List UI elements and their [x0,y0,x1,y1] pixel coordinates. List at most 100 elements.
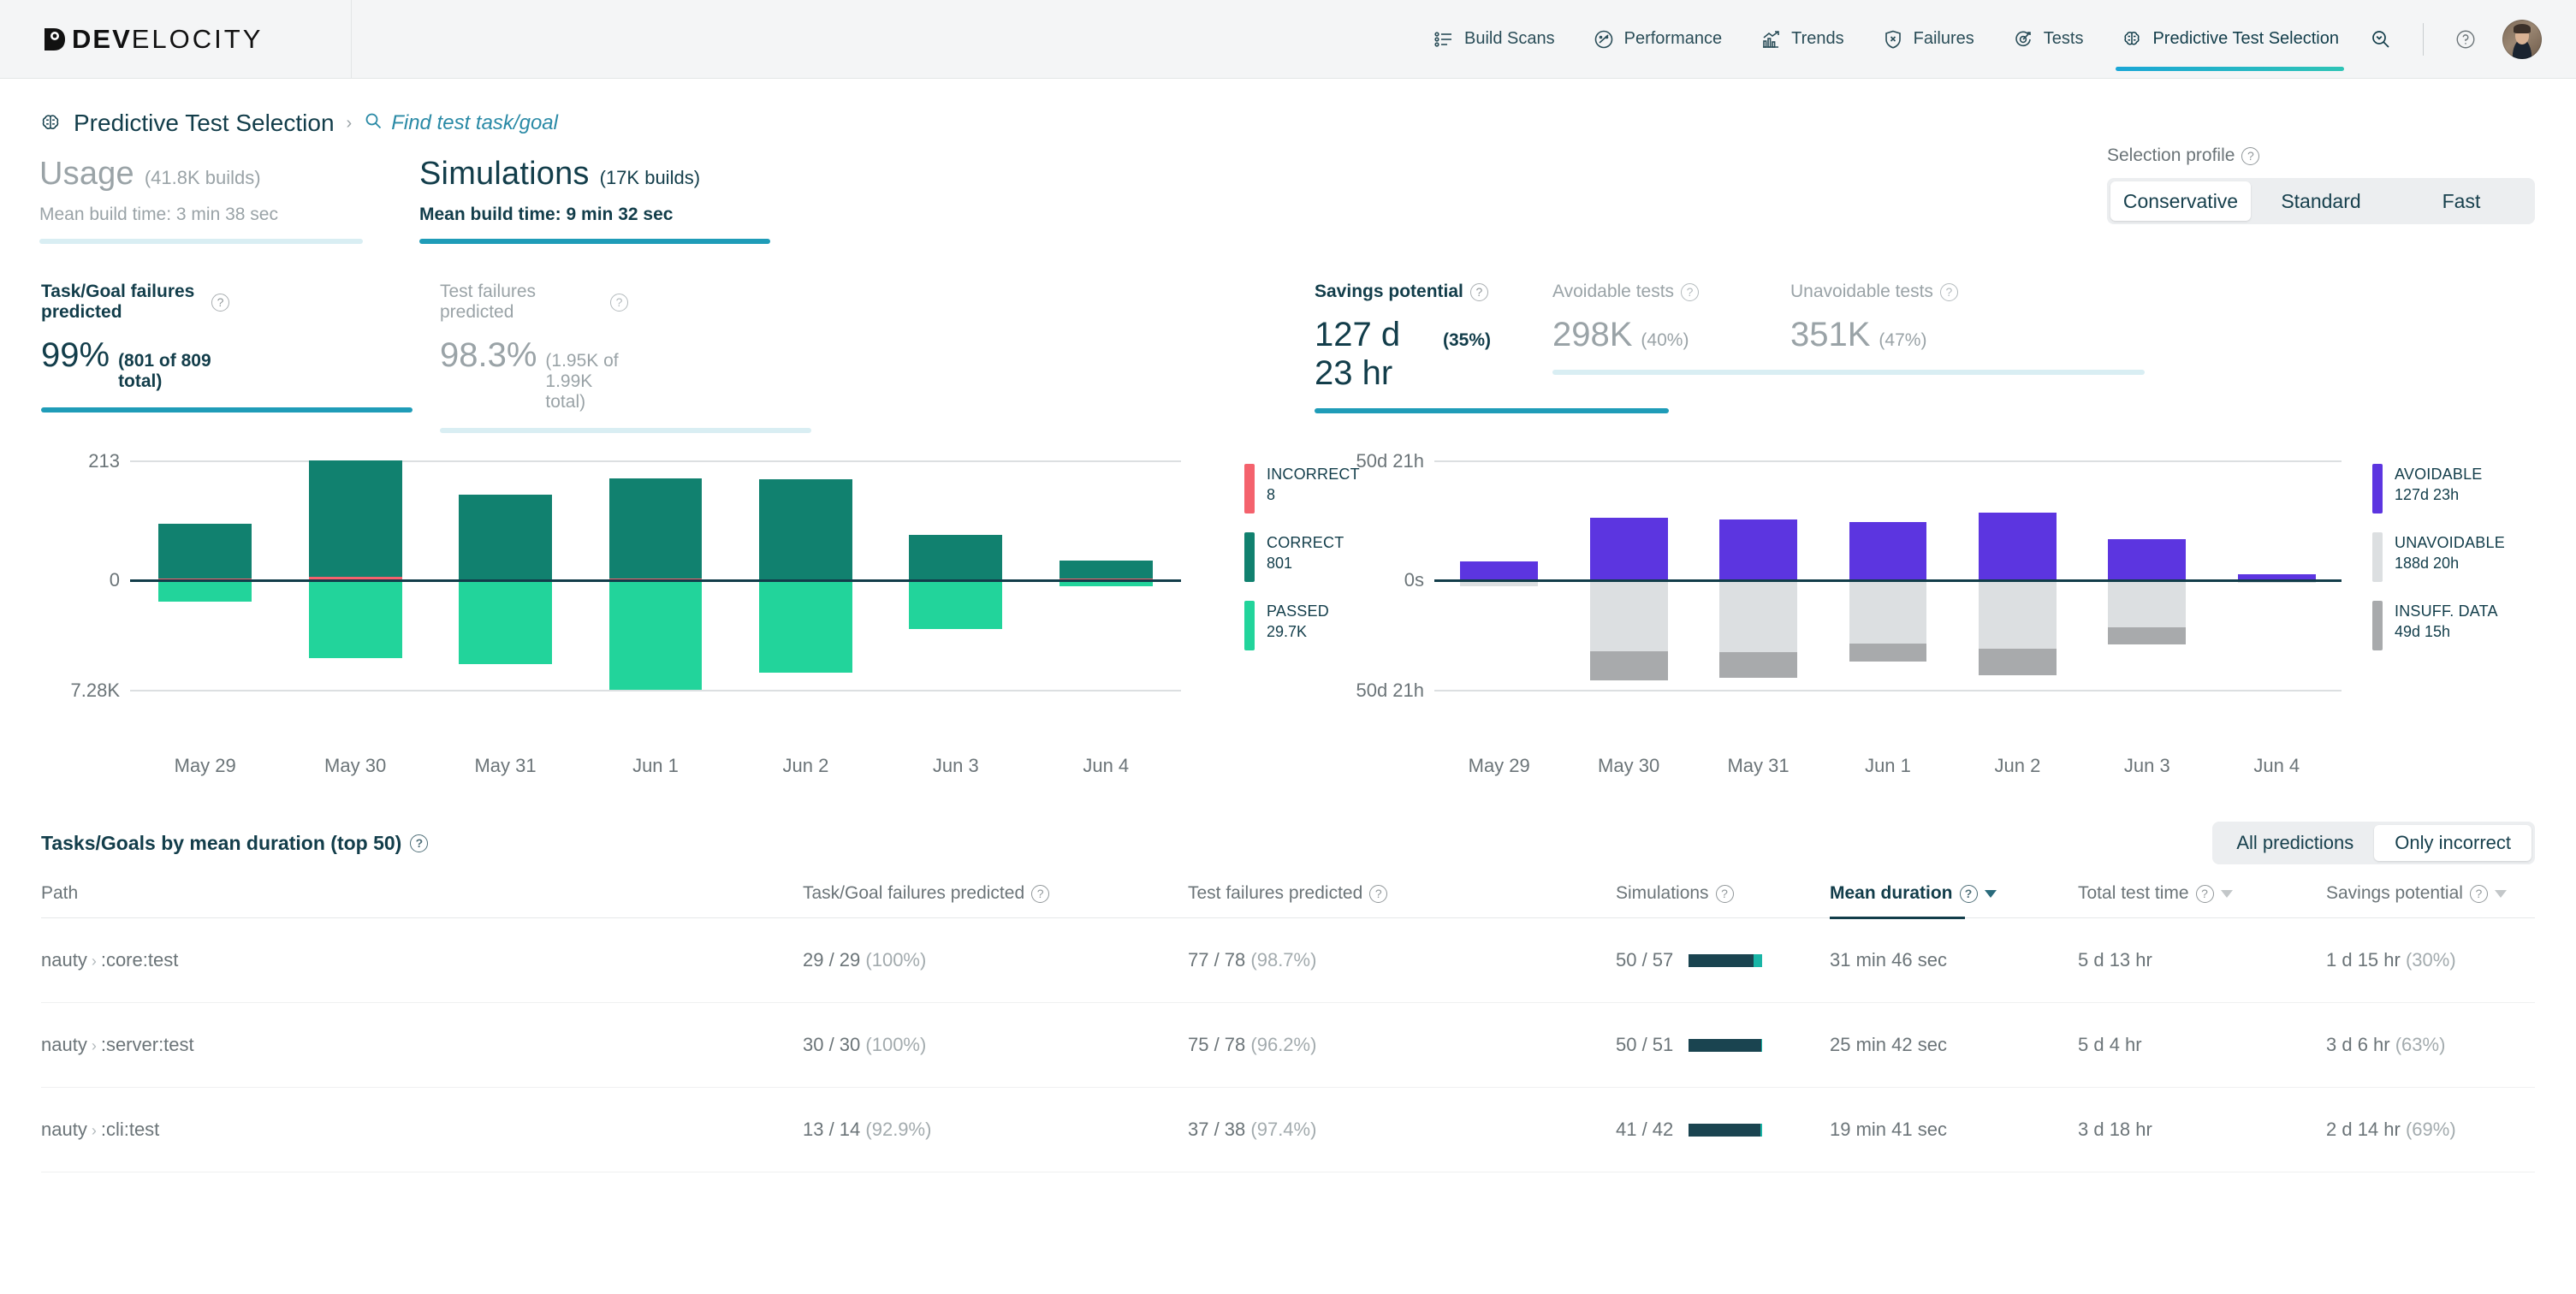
kpi-savings-potential[interactable]: Savings potential ? 127 d 23 hr (35%) [1315,282,1669,433]
legend-item[interactable]: INSUFF. DATA 49d 15h [2372,601,2505,650]
help-circle-icon[interactable]: ? [1939,282,1958,301]
kpi-group-predictions: Task/Goal failures predicted ? 99% (801 … [41,282,1304,433]
global-search-button[interactable] [2358,28,2404,50]
column-header-simulations[interactable]: Simulations ? [1616,883,1830,918]
column-header-total-test-time[interactable]: Total test time ? [2078,883,2326,918]
help-button[interactable] [2442,28,2489,50]
kpi-test-failures-predicted[interactable]: Test failures predicted ? 98.3% (1.95K o… [440,282,811,433]
column-header-test-failures[interactable]: Test failures predicted ? [1188,883,1616,918]
brand-logo[interactable]: DEV ELOCITY [0,24,351,55]
table-row[interactable]: nauty ›:cli:test 13 / 14 (92.9%) 37 / 38 (9… [41,1087,2535,1172]
bar-segment[interactable] [1719,519,1797,579]
bar-segment[interactable] [1849,643,1927,662]
help-circle-icon[interactable]: ? [410,834,429,852]
sort-descending-icon[interactable] [2494,889,2507,898]
tab-simulations[interactable]: Simulations (17K builds) Mean build time… [419,156,779,244]
filter-option-all-predictions[interactable]: All predictions [2216,825,2374,861]
bar-segment[interactable] [909,579,1003,629]
bar-segment[interactable] [608,478,703,579]
filter-option-only-incorrect[interactable]: Only incorrect [2374,825,2531,861]
bar-segment[interactable] [459,495,552,579]
help-circle-icon[interactable]: ? [1031,884,1050,903]
bar-group[interactable] [158,459,252,741]
bar-segment[interactable] [1979,649,2057,675]
help-circle-icon[interactable]: ? [1369,884,1388,903]
cell-path[interactable]: nauty ›:core:test [41,917,803,1003]
sort-descending-icon[interactable] [1984,889,1997,898]
help-circle-icon[interactable]: ? [1715,884,1734,903]
tab-usage[interactable]: Usage (41.8K builds) Mean build time: 3 … [39,156,382,244]
bar-segment[interactable] [158,523,252,579]
bar-segment[interactable] [1849,579,1927,644]
legend-item[interactable]: UNAVOIDABLE 188d 20h [2372,532,2505,582]
sort-descending-icon[interactable] [2220,889,2233,898]
bar-segment[interactable] [909,534,1003,579]
bar-segment[interactable] [1849,522,1927,579]
bar-segment[interactable] [1719,579,1797,652]
bar-segment[interactable] [759,579,852,673]
help-circle-icon[interactable]: ? [610,293,628,312]
bar-group[interactable] [1460,459,1539,741]
bar-group[interactable] [2237,459,2316,741]
column-header-savings-potential[interactable]: Savings potential ? [2326,883,2535,918]
bar-group[interactable] [1719,459,1797,741]
help-circle-icon[interactable]: ? [2469,884,2488,903]
bar-group[interactable] [1059,459,1153,741]
table-row[interactable]: nauty ›:core:test 29 / 29 (100%) 77 / 78 (9… [41,917,2535,1003]
selection-profile-option-fast[interactable]: Fast [2391,181,2531,221]
bar-segment[interactable] [1589,579,1668,651]
column-header-taskgoal-failures[interactable]: Task/Goal failures predicted ? [803,883,1188,918]
bar-segment[interactable] [1719,651,1797,679]
bar-group[interactable] [1589,459,1668,741]
bar-group[interactable] [909,459,1003,741]
kpi-unavoidable-tests[interactable]: Unavoidable tests ? 351K (47%) [1790,282,2145,433]
help-circle-icon[interactable]: ? [2195,884,2214,903]
bar-segment[interactable] [1979,513,2057,579]
kpi-avoidable-tests[interactable]: Avoidable tests ? 298K (40%) [1552,282,1907,433]
bar-segment[interactable] [1460,561,1539,579]
cell-path[interactable]: nauty ›:cli:test [41,1087,803,1172]
nav-item-failures[interactable]: Failures [1863,0,1993,78]
bar-segment[interactable] [1059,560,1153,579]
help-circle-icon[interactable]: ? [211,293,229,312]
bar-segment[interactable] [2108,539,2187,579]
bar-segment[interactable] [158,579,252,602]
column-header-mean-duration[interactable]: Mean duration ? [1830,883,2078,919]
nav-item-trends[interactable]: Trends [1741,0,1863,78]
nav-item-performance[interactable]: Performance [1574,0,1742,78]
bar-segment[interactable] [2108,579,2187,627]
nav-item-tests[interactable]: Tests [1993,0,2103,78]
legend-item[interactable]: AVOIDABLE 127d 23h [2372,464,2505,513]
bar-segment[interactable] [2108,626,2187,645]
bar-segment[interactable] [1589,517,1668,579]
bar-segment[interactable] [608,579,703,690]
bar-segment[interactable] [308,460,402,578]
column-header-path[interactable]: Path [41,883,803,918]
help-circle-icon[interactable]: ? [2241,146,2260,165]
bar-group[interactable] [2108,459,2187,741]
nav-item-predictive-test-selection[interactable]: Predictive Test Selection [2102,0,2358,78]
bar-group[interactable] [308,459,402,741]
cell-taskgoal-failures-percent: (100%) [860,1034,927,1055]
bar-group[interactable] [759,459,852,741]
bar-segment[interactable] [1979,579,2057,650]
bar-segment[interactable] [308,579,402,659]
bar-group[interactable] [608,459,703,741]
bar-segment[interactable] [759,478,852,579]
selection-profile-option-conservative[interactable]: Conservative [2110,181,2251,221]
bar-group[interactable] [459,459,552,741]
bar-group[interactable] [1849,459,1927,741]
cell-path[interactable]: nauty ›:server:test [41,1002,803,1088]
nav-item-build-scans[interactable]: Build Scans [1414,0,1574,78]
kpi-taskgoal-failures-predicted[interactable]: Task/Goal failures predicted ? 99% (801 … [41,282,413,433]
user-avatar[interactable] [2502,19,2542,59]
help-circle-icon[interactable]: ? [1681,282,1700,301]
table-row[interactable]: nauty ›:server:test 30 / 30 (100%) 75 / 78 … [41,1002,2535,1088]
selection-profile-option-standard[interactable]: Standard [2251,181,2391,221]
bar-segment[interactable] [459,579,552,665]
bar-segment[interactable] [1589,650,1668,680]
help-circle-icon[interactable]: ? [1469,282,1488,301]
find-test-task-goal-link[interactable]: Find test task/goal [364,111,558,136]
bar-group[interactable] [1979,459,2057,741]
help-circle-icon[interactable]: ? [1959,884,1978,903]
